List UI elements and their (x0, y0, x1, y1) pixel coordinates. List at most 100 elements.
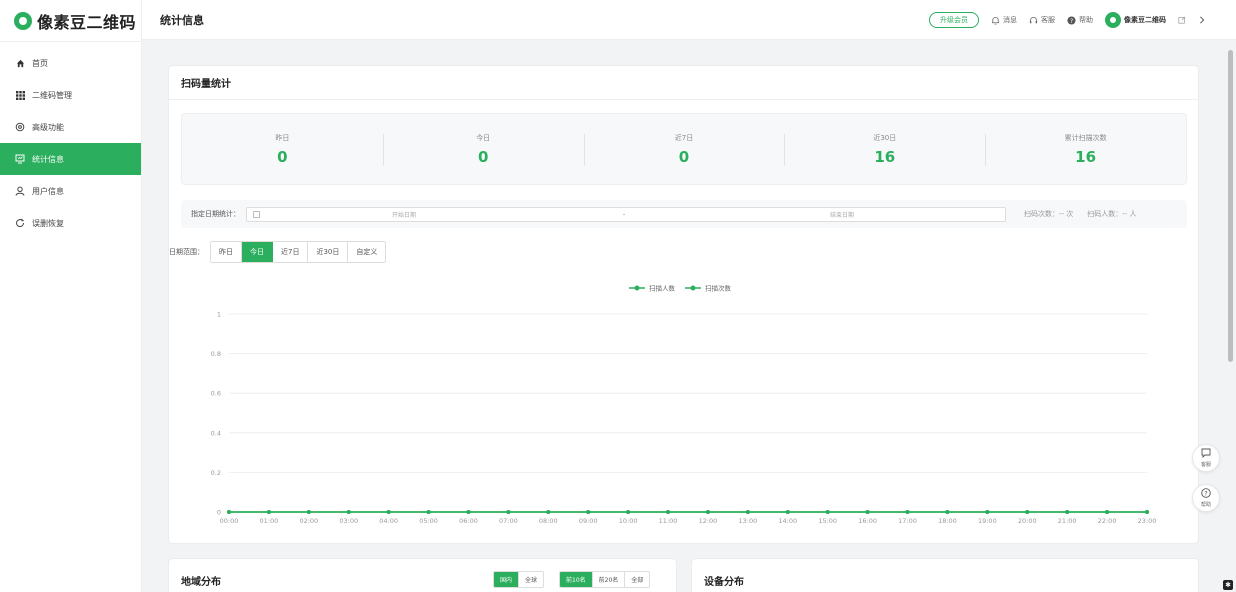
x-tick-label: 05:00 (419, 517, 438, 525)
range-7days-button[interactable]: 近7日 (273, 242, 309, 262)
stat-7days: 近7日 0 (583, 114, 785, 184)
sidebar-item-label: 二维码管理 (32, 90, 72, 100)
top20-tag[interactable]: 前20名 (592, 572, 626, 587)
scan-count-summary: 扫码次数：-- 次 (1024, 210, 1074, 218)
scope-global-tag[interactable]: 全球 (519, 572, 544, 587)
data-point (386, 510, 391, 514)
device-card-title: 设备分布 (704, 577, 744, 588)
data-point (825, 510, 830, 514)
data-point (1105, 510, 1110, 514)
sidebar-item-user[interactable]: 用户信息 (0, 175, 141, 207)
data-point (945, 510, 950, 514)
y-tick-label: 0.8 (211, 350, 221, 358)
region-card-title: 地域分布 (181, 577, 221, 588)
y-tick-label: 0.2 (211, 469, 221, 477)
all-tag[interactable]: 全部 (625, 572, 650, 587)
page-title: 统计信息 (160, 13, 204, 27)
user-menu[interactable]: 像素豆二维码 (1105, 12, 1166, 28)
scan-stats-card: 扫码量统计 昨日 0 今日 0 近7日 0 近30日 16 累计扫描次数 16 … (168, 65, 1199, 544)
message-label: 消息 (1003, 16, 1017, 24)
stat-label: 今日 (476, 133, 491, 142)
svg-text:?: ? (1070, 17, 1073, 24)
top10-tag[interactable]: 前10名 (560, 572, 593, 587)
float-service-button[interactable]: 客服 (1192, 444, 1220, 472)
x-tick-label: 15:00 (818, 517, 837, 525)
stat-value: 0 (277, 147, 288, 166)
range-today-button[interactable]: 今日 (242, 242, 273, 262)
sidebar-item-home[interactable]: 首页 (0, 47, 141, 79)
stat-yesterday: 昨日 0 (182, 114, 383, 184)
extension-icon[interactable]: ✱ (1223, 580, 1233, 590)
range-30days-button[interactable]: 近30日 (308, 242, 349, 262)
service-label: 客服 (1041, 16, 1055, 24)
message-link[interactable]: 消息 (991, 15, 1017, 25)
sidebar-item-label: 误删恢复 (32, 218, 64, 228)
sidebar-item-label: 用户信息 (32, 186, 64, 196)
stats-summary: 昨日 0 今日 0 近7日 0 近30日 16 累计扫描次数 16 (181, 113, 1187, 185)
x-tick-label: 12:00 (699, 517, 718, 525)
sidebar-menu: 首页 二维码管理 高级功能 统计信息 用户信息 误删恢复 (0, 47, 141, 239)
chevron-right-icon[interactable] (1198, 16, 1206, 24)
y-tick-label: 0.6 (211, 390, 221, 398)
help-link[interactable]: ? 帮助 (1067, 15, 1093, 25)
edit-icon[interactable] (1178, 16, 1186, 24)
user-icon (15, 186, 25, 196)
topbar: 统计信息 升级会员 消息 客服 ? 帮助 像素豆二维码 (142, 0, 1236, 40)
range-yesterday-button[interactable]: 昨日 (211, 242, 242, 262)
sidebar-item-restore[interactable]: 误删恢复 (0, 207, 141, 239)
scan-people-summary: 扫码人数：-- 人 (1087, 210, 1137, 218)
scan-line-chart: 扫描人数 扫描次数 0 0.2 0.4 0.6 0.8 1 00:00 01:00 02:00 03:… (197, 276, 1177, 542)
chart-svg: 扫描人数 扫描次数 0 0.2 0.4 0.6 0.8 1 00:00 01:00 02:00 03:… (211, 284, 1157, 526)
date-range-picker[interactable]: 开始日期 - 结束日期 (246, 206, 1006, 222)
logo[interactable]: 像素豆二维码 (0, 0, 141, 42)
x-tick-label: 17:00 (898, 517, 917, 525)
start-date-input[interactable]: 开始日期 (392, 210, 416, 219)
data-point (745, 510, 750, 514)
x-tick-label: 10:00 (619, 517, 638, 525)
user-name: 像素豆二维码 (1124, 16, 1166, 24)
sidebar-item-label: 首页 (32, 58, 48, 68)
home-icon (15, 58, 25, 68)
x-tick-label: 20:00 (1018, 517, 1037, 525)
sidebar-item-stats[interactable]: 统计信息 (0, 143, 141, 175)
stat-label: 累计扫描次数 (1064, 133, 1107, 142)
x-tick-label: 02:00 (299, 517, 318, 525)
stat-label: 近7日 (674, 133, 694, 142)
calendar-icon (253, 210, 260, 218)
data-point (785, 510, 790, 514)
settings-icon (15, 122, 25, 132)
x-tick-label: 13:00 (739, 517, 758, 525)
sidebar-item-advanced[interactable]: 高级功能 (0, 111, 141, 143)
top-tag-group: 前10名 前20名 全部 (559, 571, 651, 588)
data-point (346, 510, 351, 514)
headset-icon (1029, 16, 1038, 23)
float-help-button[interactable]: ? 帮助 (1192, 484, 1220, 512)
service-link[interactable]: 客服 (1029, 15, 1055, 25)
range-custom-button[interactable]: 自定义 (348, 242, 386, 262)
legend-marker (634, 285, 640, 291)
stat-label: 近30日 (873, 133, 897, 142)
y-tick-label: 0 (217, 509, 221, 517)
stat-value: 0 (678, 147, 690, 166)
grid-icon (15, 90, 25, 100)
scrollbar-thumb[interactable] (1228, 50, 1233, 362)
x-tick-label: 21:00 (1058, 517, 1077, 525)
x-tick-label: 08:00 (539, 517, 558, 525)
stat-total: 累计扫描次数 16 (985, 114, 1186, 184)
sidebar-item-qrcode[interactable]: 二维码管理 (0, 79, 141, 111)
data-point (865, 510, 870, 514)
device-card: 设备分布 (691, 558, 1199, 592)
sidebar: 像素豆二维码 首页 二维码管理 高级功能 统计信息 用户信息 误删恢复 (0, 0, 142, 592)
scope-domestic-tag[interactable]: 国内 (494, 572, 520, 587)
scrollbar[interactable] (1228, 42, 1233, 587)
end-date-input[interactable]: 结束日期 (830, 210, 854, 219)
range-button-group: 昨日 今日 近7日 近30日 自定义 (210, 241, 387, 263)
upgrade-button[interactable]: 升级会员 (929, 12, 979, 28)
data-point (546, 510, 551, 514)
data-point (905, 510, 910, 514)
date-range-row: 日期范围： 昨日 今日 近7日 近30日 自定义 (169, 241, 387, 263)
x-tick-label: 18:00 (938, 517, 957, 525)
data-point (705, 510, 710, 514)
logo-text: 像素豆二维码 (37, 12, 137, 32)
stat-label: 昨日 (275, 133, 290, 142)
